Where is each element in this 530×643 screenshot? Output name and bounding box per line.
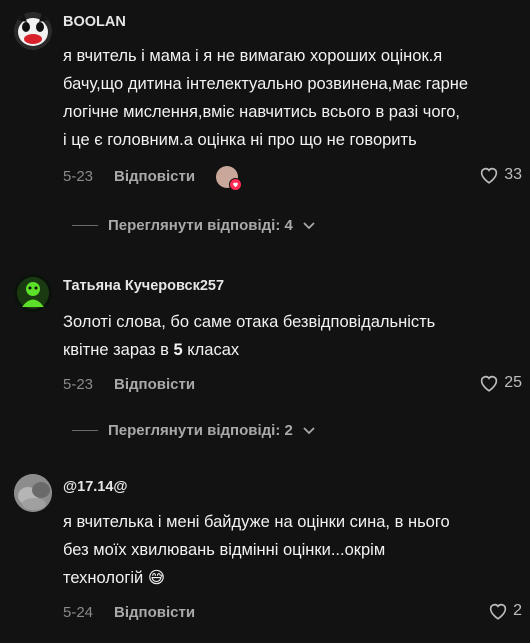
comment-username[interactable]: BOOLAN [63, 14, 126, 30]
avatar[interactable] [14, 474, 52, 512]
comment-username[interactable]: @17.14@ [63, 479, 128, 495]
view-replies-label: Переглянути відповіді: 2 [108, 422, 293, 439]
avatar-image [14, 12, 52, 50]
comment-date: 5-24 [63, 604, 94, 621]
comment-text-bold: 5 [173, 341, 183, 359]
like-button[interactable]: 25 [479, 374, 522, 392]
comment-text-part: класах [182, 341, 240, 359]
chevron-down-icon [303, 221, 315, 229]
heart-outline-icon [481, 375, 498, 392]
like-count: 33 [504, 166, 522, 183]
chevron-down-icon [303, 426, 315, 434]
reply-button[interactable]: Відповісти [114, 604, 195, 621]
comment-username[interactable]: Татьяна Кучеровск257 [63, 278, 224, 294]
avatar-image [14, 274, 52, 312]
reply-button[interactable]: Відповісти [114, 168, 195, 185]
avatar[interactable] [14, 12, 52, 50]
like-count: 2 [513, 602, 522, 619]
reply-button[interactable]: Відповісти [114, 376, 195, 393]
divider-line [72, 225, 98, 226]
comment-date: 5-23 [63, 168, 94, 185]
heart-outline-icon [489, 603, 507, 620]
comment-text-part: Золоті слова, бо саме отака безвідповіда… [63, 313, 436, 359]
like-button[interactable]: 33 [479, 166, 522, 184]
avatar[interactable] [14, 274, 52, 312]
like-count: 25 [504, 374, 522, 391]
comment-text: Золоті слова, бо саме отака безвідповіда… [63, 308, 518, 364]
like-button[interactable]: 2 [488, 602, 522, 620]
comment-date: 5-23 [63, 376, 94, 393]
view-replies-label: Переглянути відповіді: 4 [108, 217, 293, 234]
creator-liked-avatar [216, 166, 242, 191]
comment-text: я вчителька і мені байдуже на оцінки син… [63, 513, 450, 587]
heart-outline-icon [481, 167, 498, 184]
divider-line [72, 430, 98, 431]
view-replies-button[interactable]: Переглянути відповіді: 2 [72, 422, 315, 439]
comment-text: я вчитель і мама і я не вимагаю хороших … [63, 47, 469, 149]
heart-badge-icon [229, 178, 242, 191]
avatar-image [14, 474, 52, 512]
view-replies-button[interactable]: Переглянути відповіді: 4 [72, 217, 315, 234]
